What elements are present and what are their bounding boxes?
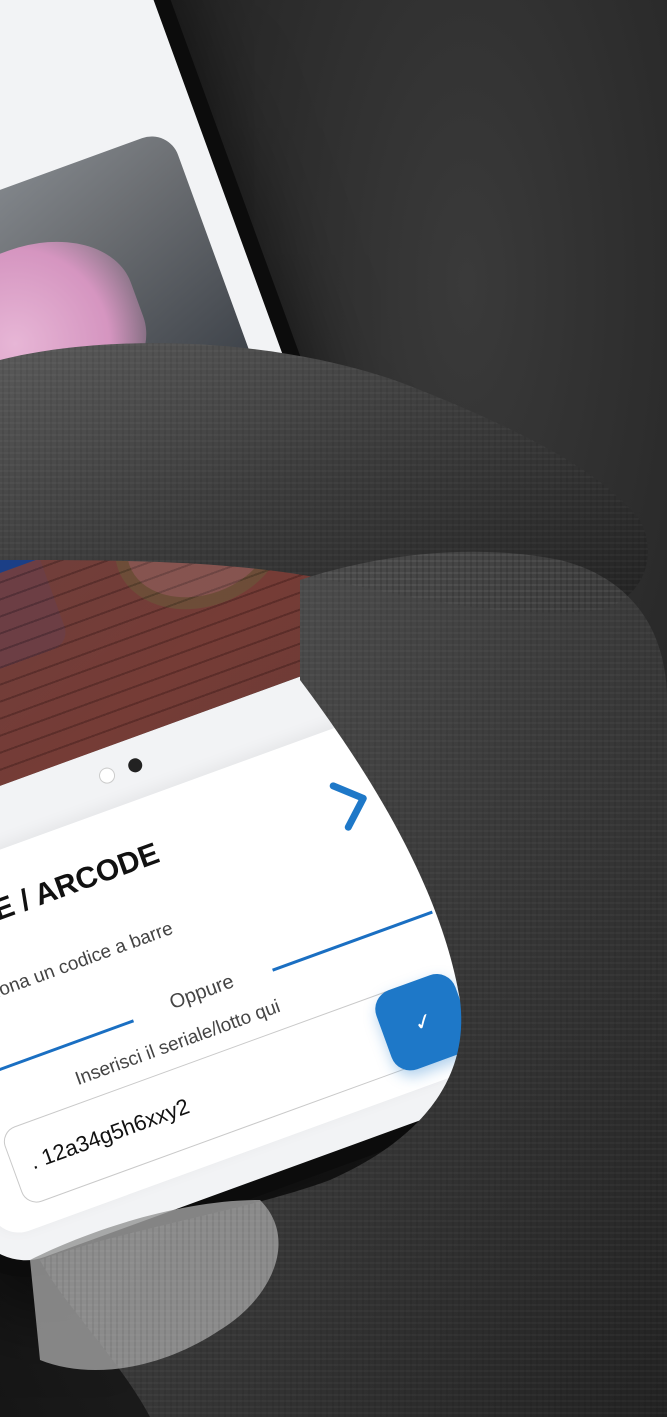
smartphone: CODE / ARCODE cansiona un codice a barre… (0, 0, 566, 1297)
camera-preview (0, 128, 360, 836)
phone-screen: CODE / ARCODE cansiona un codice a barre… (0, 0, 545, 1277)
preview-object-pink (0, 215, 168, 474)
photo-scene: CODE / ARCODE cansiona un codice a barre… (0, 0, 667, 1417)
divider-right (272, 910, 433, 972)
carousel-dot[interactable] (126, 756, 145, 775)
chevron-right-icon[interactable] (312, 765, 389, 842)
carousel-dot-active[interactable] (97, 766, 116, 785)
